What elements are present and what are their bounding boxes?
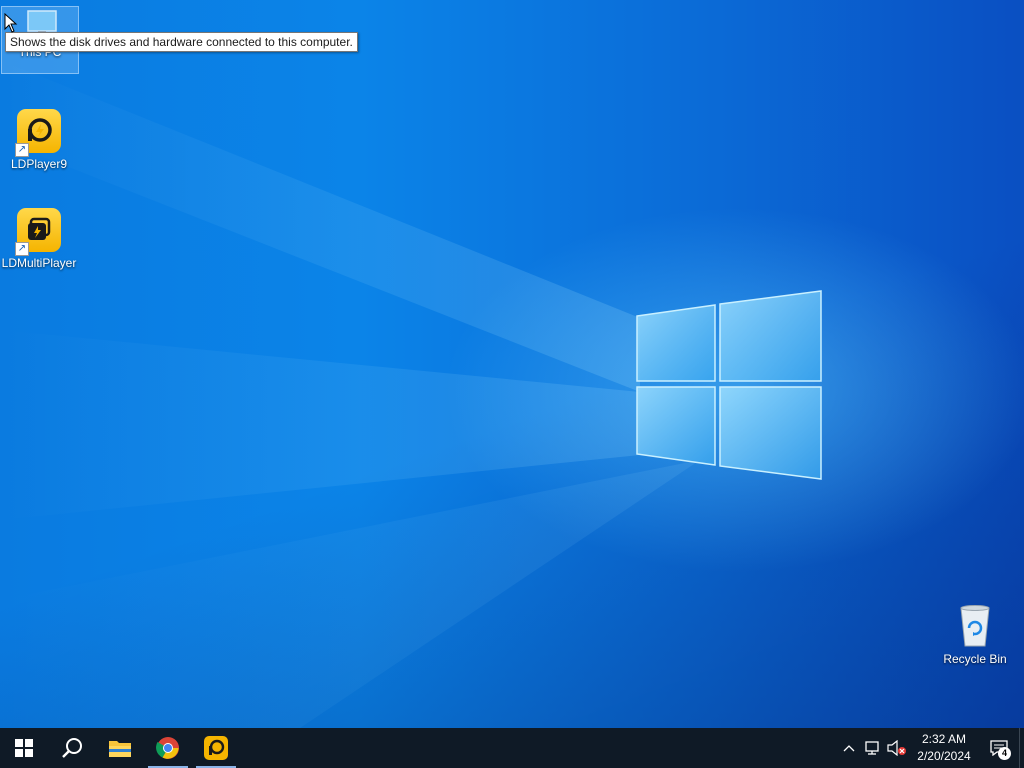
network-button[interactable] — [861, 728, 885, 768]
mouse-cursor-icon — [4, 13, 18, 33]
volume-button[interactable] — [885, 728, 909, 768]
chevron-up-icon — [843, 745, 855, 752]
search-button[interactable] — [48, 728, 96, 768]
search-icon — [62, 738, 82, 758]
wallpaper-windows-logo — [0, 60, 822, 728]
desktop: This PC ↗ LDPlayer9 ↗ LDMultiPlayer Recy… — [0, 0, 1024, 728]
tooltip: Shows the disk drives and hardware conne… — [5, 32, 358, 52]
clock-date: 2/20/2024 — [917, 749, 971, 763]
network-icon — [865, 741, 879, 755]
action-center-button[interactable]: 4 — [979, 728, 1019, 768]
ldmultiplayer-icon: ↗ — [15, 206, 63, 256]
folder-icon — [109, 741, 131, 757]
chrome-icon — [156, 737, 179, 759]
desktop-icon-label: LDPlayer9 — [10, 157, 68, 171]
desktop-icon-label: Recycle Bin — [943, 652, 1007, 666]
ldplayer-taskbar-button[interactable] — [192, 728, 240, 768]
desktop-icon-label: LDMultiPlayer — [1, 256, 77, 270]
chrome-button[interactable] — [144, 728, 192, 768]
ldplayer-icon — [204, 736, 228, 760]
recycle-bin-icon — [951, 602, 999, 650]
system-tray: 2:32 AM 2/20/2024 4 — [837, 728, 1024, 768]
desktop-icon-recycle-bin[interactable]: Recycle Bin — [937, 602, 1013, 668]
start-button[interactable] — [0, 728, 48, 768]
ldplayer-icon: ↗ — [15, 107, 63, 157]
file-explorer-button[interactable] — [96, 728, 144, 768]
desktop-icon-ldmultiplayer[interactable]: ↗ LDMultiPlayer — [1, 206, 77, 272]
clock-time: 2:32 AM — [921, 732, 967, 746]
volume-muted-icon — [887, 740, 906, 756]
shortcut-arrow-icon: ↗ — [15, 242, 29, 256]
taskbar: 2:32 AM 2/20/2024 4 — [0, 728, 1024, 768]
notification-count-badge: 4 — [998, 747, 1011, 760]
desktop-icon-ldplayer9[interactable]: ↗ LDPlayer9 — [1, 107, 77, 173]
shortcut-arrow-icon: ↗ — [15, 143, 29, 157]
windows-logo-icon — [15, 739, 33, 757]
clock[interactable]: 2:32 AM 2/20/2024 — [909, 731, 979, 765]
show-hidden-icons-button[interactable] — [837, 728, 861, 768]
show-desktop-button[interactable] — [1019, 728, 1024, 768]
